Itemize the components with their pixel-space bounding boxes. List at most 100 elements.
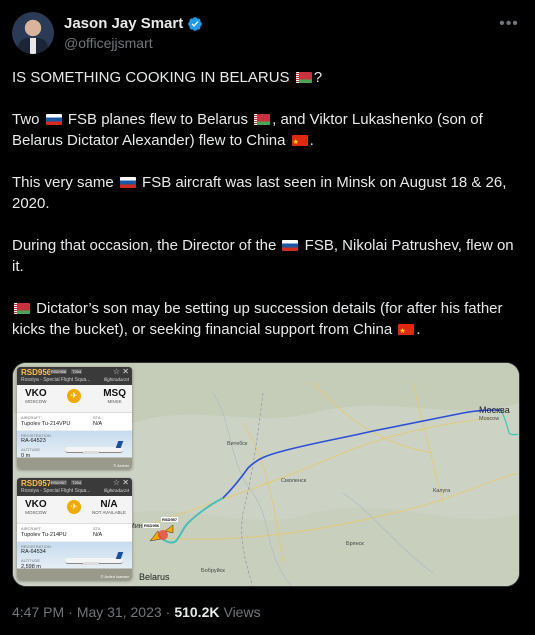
flight-chip: RSD957: [50, 480, 68, 485]
tweet-header: Jason Jay Smart @officejjsmart •••: [12, 12, 523, 56]
flight-tag-rsd956[interactable]: RSD956: [143, 523, 161, 528]
text-segment: IS SOMETHING COOKING IN BELARUS: [12, 69, 294, 86]
sta-value: N/A: [93, 532, 103, 538]
altitude-value: 0 m: [21, 453, 31, 459]
tweet-date[interactable]: May 31, 2023: [77, 604, 162, 620]
verified-badge-icon: [188, 16, 203, 31]
belarus-flag-icon: [295, 72, 312, 83]
map-label-smolensk: Смоленск: [281, 478, 307, 484]
views-label: Views: [223, 604, 261, 620]
origin: VKO MOSCOW: [25, 388, 47, 404]
flight-route: VKO MOSCOW ✈ MSQ MINSK: [17, 385, 132, 413]
tweet-paragraph-5: Dictator’s son may be setting up success…: [12, 298, 520, 340]
registration-value: RA-64534: [21, 549, 46, 555]
plane-icon: ✈: [67, 389, 81, 403]
close-icon[interactable]: ✕: [122, 478, 129, 487]
flight-route: VKO MOSCOW ✈ N/A NOT AVAILABLE: [17, 496, 132, 524]
flight-callsign: RSD956: [21, 368, 52, 377]
avatar-shirt: [30, 38, 36, 54]
destination-city: MINSK: [107, 399, 122, 404]
origin: VKO MOSCOW: [25, 499, 47, 515]
separator-dot: ·: [165, 604, 171, 620]
map-label-kaluga: Калуга: [433, 488, 451, 494]
user-handle[interactable]: @officejjsmart: [64, 35, 153, 51]
map-label-moscow: Москва: [479, 405, 510, 415]
china-flag-icon: [398, 324, 415, 335]
aircraft-row: AIRCRAFT Tupolev Tu-214PU STA N/A: [17, 524, 132, 542]
jet-wing: [81, 451, 101, 454]
destination-code: MSQ: [103, 388, 126, 399]
aircraft-photo: REGISTRATION RA-64523 ALTITUDE 0 m © Arc…: [17, 431, 132, 469]
origin-city: MOSCOW: [25, 510, 47, 515]
tweet-media-image[interactable]: Москва Moscow Минск Belarus Смоленск Бря…: [12, 362, 520, 587]
more-options-icon[interactable]: •••: [499, 14, 519, 34]
registration-value: RA-64523: [21, 438, 46, 444]
tweet-paragraph-2: Two FSB planes flew to Belarus , and Vik…: [12, 109, 520, 151]
flight-card-rsd957[interactable]: RSD957 RSD957 T204 ☆ ✕ Rossiya - Special…: [17, 478, 132, 580]
china-flag-icon: [291, 135, 308, 146]
destination-code: N/A: [100, 499, 118, 510]
altitude-label: ALTITUDE: [21, 447, 41, 452]
text-segment: .: [416, 321, 421, 338]
photo-credit: © Arden Isamov: [100, 574, 129, 579]
airline-name: Rossiya - Special Flight Squa...: [21, 488, 91, 494]
tweet-paragraph-4: During that occasion, the Director of th…: [12, 235, 520, 277]
origin-code: VKO: [25, 499, 47, 510]
russia-flag-icon: [45, 114, 62, 125]
sta-label: STA: [93, 415, 101, 420]
tweet-text: IS SOMETHING COOKING IN BELARUS ? Two FS…: [12, 67, 520, 361]
sta-value: N/A: [93, 421, 103, 427]
flight-card-rsd956[interactable]: RSD956 RSD956 T204 ☆ ✕ Rossiya - Special…: [17, 367, 132, 469]
altitude-value: 2,598 m: [21, 564, 41, 570]
flight-chip: T204: [71, 369, 83, 374]
avatar[interactable]: [12, 12, 54, 54]
flight-tag-rsd957[interactable]: RSD957: [161, 517, 179, 522]
flightradar-logo: flightradar24: [103, 377, 129, 382]
map-label-moscow-en: Moscow: [479, 416, 500, 422]
destination: N/A NOT AVAILABLE: [92, 499, 126, 515]
russia-flag-icon: [119, 177, 136, 188]
aircraft-value: Tupolev Tu-214PU: [21, 532, 67, 538]
text-segment: During that occasion, the Director of th…: [12, 237, 281, 254]
flightradar-logo: flightradar24: [103, 488, 129, 493]
photo-credit: © Archer: [113, 463, 129, 468]
map-label-bryansk: Брянск: [346, 541, 364, 547]
text-segment: FSB planes flew to Belarus: [63, 111, 253, 128]
text-segment: This very same: [12, 174, 118, 191]
russia-flag-icon: [282, 240, 299, 251]
flight-card-header: RSD957 RSD957 T204 ☆ ✕ Rossiya - Special…: [17, 478, 132, 496]
tweet-time[interactable]: 4:47 PM: [12, 604, 64, 620]
map-label-vitebsk: Витебск: [227, 441, 248, 447]
belarus-flag-icon: [14, 303, 30, 314]
flight-chip: T204: [71, 480, 83, 485]
text-segment: ?: [313, 69, 323, 86]
aircraft-label: AIRCRAFT: [21, 415, 41, 420]
star-icon[interactable]: ☆: [113, 478, 120, 487]
flight-chip: RSD956: [50, 369, 68, 374]
plane-icon: ✈: [67, 500, 81, 514]
aircraft-label: AIRCRAFT: [21, 526, 41, 531]
flight-callsign: RSD957: [21, 479, 52, 488]
tweet-paragraph-1: IS SOMETHING COOKING IN BELARUS ?: [12, 67, 520, 88]
text-segment: Two: [12, 111, 44, 128]
text-segment: Dictator’s son may be setting up success…: [12, 300, 503, 338]
star-icon[interactable]: ☆: [113, 367, 120, 376]
tweet-paragraph-3: This very same FSB aircraft was last see…: [12, 172, 520, 214]
sta-label: STA: [93, 526, 101, 531]
aircraft-photo: REGISTRATION RA-64534 ALTITUDE 2,598 m ©…: [17, 542, 132, 580]
map-label-belarus: Belarus: [139, 572, 170, 582]
views-count[interactable]: 510.2K: [174, 604, 219, 620]
name-row: Jason Jay Smart: [64, 15, 203, 32]
destination-city: NOT AVAILABLE: [91, 510, 126, 515]
belarus-flag-icon: [254, 114, 271, 125]
tweet-meta: 4:47 PM · May 31, 2023 · 510.2K Views: [12, 604, 261, 620]
aircraft-row: AIRCRAFT Tupolev Tu-214VPU STA N/A: [17, 413, 132, 431]
jet-wing: [81, 562, 101, 565]
display-name[interactable]: Jason Jay Smart: [64, 15, 183, 32]
close-icon[interactable]: ✕: [122, 367, 129, 376]
airline-name: Rossiya - Special Flight Squa...: [21, 377, 91, 383]
origin-code: VKO: [25, 388, 47, 399]
flight-card-header: RSD956 RSD956 T204 ☆ ✕ Rossiya - Special…: [17, 367, 132, 385]
text-segment: .: [309, 132, 314, 149]
aircraft-value: Tupolev Tu-214VPU: [21, 421, 71, 427]
